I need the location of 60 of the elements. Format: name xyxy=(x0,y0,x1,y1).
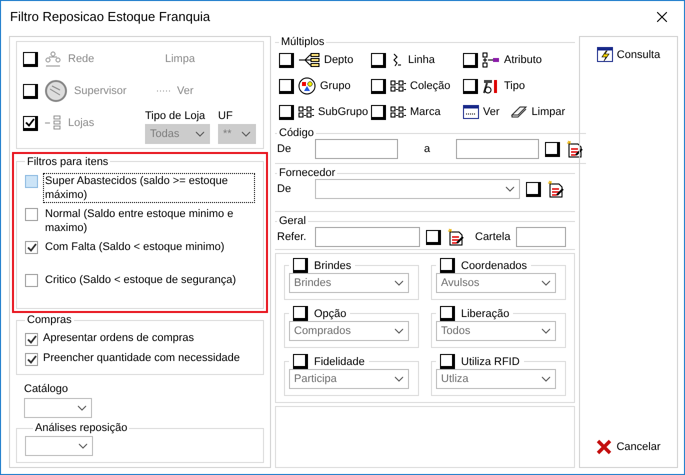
checkbox-label: Coleção xyxy=(410,80,450,92)
query-button[interactable]: Consulta xyxy=(594,45,662,64)
dropdown[interactable]: Utliza xyxy=(436,369,556,389)
group-title: Compras xyxy=(26,314,73,326)
field-label: UF xyxy=(218,110,234,122)
view-button[interactable]: Ver xyxy=(463,105,500,119)
dropdown-value: Avulsos xyxy=(441,277,480,289)
field-label: De xyxy=(277,143,292,155)
dropdown[interactable]: Brindes xyxy=(289,273,409,293)
dropdown-value: Todos xyxy=(441,325,470,337)
checkbox-label: Super Abastecidos (saldo >= estoque máximo) xyxy=(43,172,255,203)
checkbox-label: SubGrupo xyxy=(318,106,368,118)
group-label: Opção xyxy=(314,308,346,320)
dropdown-value: Comprados xyxy=(294,325,351,337)
checkbox-label: Tipo xyxy=(504,80,525,92)
group-title: Filtros para itens xyxy=(26,156,110,168)
field-label: Catálogo xyxy=(24,383,70,395)
link[interactable]: Limpa xyxy=(165,53,195,65)
checkbox-label: Apresentar ordens de compras xyxy=(43,332,194,344)
selector-label: Supervisor xyxy=(74,85,127,97)
window-title: Filtro Reposicao Estoque Franquia xyxy=(10,9,210,24)
link[interactable]: Ver xyxy=(177,85,194,97)
checkbox-label: Depto xyxy=(324,54,354,66)
dropdown[interactable]: Avulsos xyxy=(436,273,556,293)
field-label: Tipo de Loja xyxy=(145,110,206,122)
selector-label: Rede xyxy=(68,53,94,65)
checkbox-label: Grupo xyxy=(320,80,351,92)
dropdown[interactable]: Comprados xyxy=(289,321,409,341)
group-label: Fidelidade xyxy=(314,356,365,368)
group-title: Fornecedor xyxy=(278,167,336,179)
group-title: Análises reposição xyxy=(34,422,128,434)
checkbox-label: Preencher quantidade com necessidade xyxy=(43,352,240,364)
dropdown[interactable]: Todos xyxy=(436,321,556,341)
dropdown-value: Participa xyxy=(294,373,337,385)
group-title: Código xyxy=(278,127,315,139)
checkbox-label: Linha xyxy=(408,54,435,66)
dropdown-value: Utliza xyxy=(441,373,469,385)
cancel-button[interactable]: Cancelar xyxy=(594,437,663,457)
group-title: Geral xyxy=(278,215,307,227)
selector-label: Lojas xyxy=(68,117,94,129)
checkbox-label: Marca xyxy=(410,106,441,118)
dropdown[interactable]: ** xyxy=(218,124,256,144)
group-label: Coordenados xyxy=(461,260,528,272)
checkbox-label: Critico (Saldo < estoque de segurança) xyxy=(44,272,238,288)
checkbox-label: Com Falta (Saldo < estoque minimo) xyxy=(44,240,226,255)
group-label: Brindes xyxy=(314,260,352,272)
dropdown[interactable]: Participa xyxy=(289,369,409,389)
field-label: De xyxy=(277,183,292,195)
field-label: Refer. xyxy=(277,231,308,243)
clear-button[interactable]: Limpar xyxy=(510,105,566,119)
field-label: a xyxy=(424,143,430,155)
checkbox-label: Atributo xyxy=(504,54,542,66)
dropdown-value: ** xyxy=(223,128,232,140)
group-label: Liberação xyxy=(461,308,510,320)
group-label: Utiliza RFID xyxy=(461,356,520,368)
dropdown-value: Brindes xyxy=(294,277,332,289)
field-label: Cartela xyxy=(475,231,510,243)
checkbox-label: Normal (Saldo entre estoque minimo e maximo) xyxy=(44,206,234,236)
group-title: Múltiplos xyxy=(280,36,326,48)
dropdown-value: Todas xyxy=(150,128,180,140)
